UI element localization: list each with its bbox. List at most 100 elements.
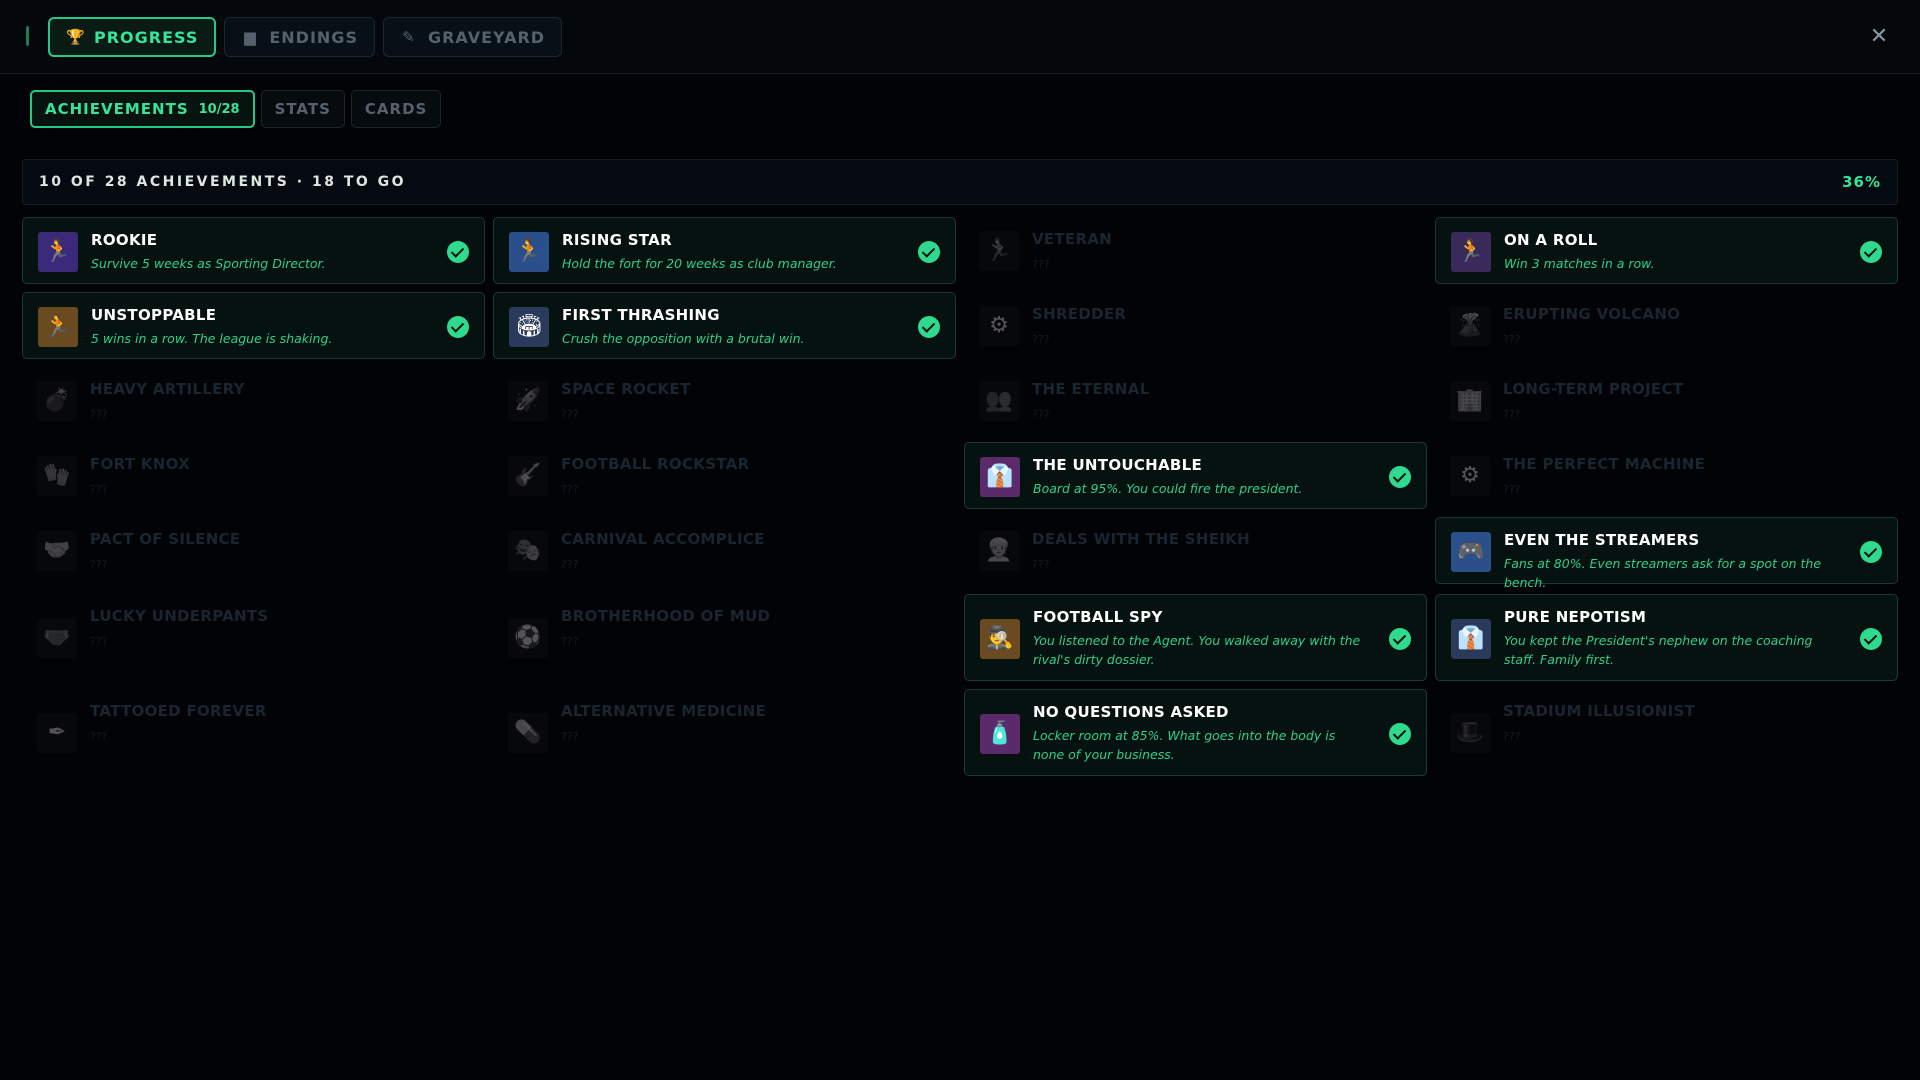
achievement-description: Survive 5 weeks as Sporting Director. xyxy=(91,256,326,271)
achievement-title: VETERAN xyxy=(1032,230,1113,248)
subtab-cards[interactable]: CARDS xyxy=(350,90,442,128)
close-button[interactable]: ✕ xyxy=(1864,22,1894,52)
cannon-portrait-icon: 💣 xyxy=(37,380,77,421)
tab-endings-label: ENDINGS xyxy=(269,27,358,47)
mud-portrait-icon: ⚽ xyxy=(508,617,548,658)
achievement-card[interactable]: 💣 HEAVY ARTILLERY??? xyxy=(22,367,485,434)
achievement-card[interactable]: ⚙ SHREDDER??? xyxy=(964,292,1427,359)
achievement-title: RISING STAR xyxy=(562,231,672,249)
player-portrait-icon: 🏃 xyxy=(979,230,1019,271)
achievement-card[interactable]: 🏃 RISING STAR Hold the fort for 20 weeks a… xyxy=(493,217,956,284)
achievement-card[interactable]: 🏃 ROOKIE Survive 5 weeks as Sporting Direc… xyxy=(22,217,485,284)
achievement-description: ??? xyxy=(561,483,579,496)
achievement-description: You listened to the Agent. You walked aw… xyxy=(1033,633,1361,667)
achievement-title: THE ETERNAL xyxy=(1032,380,1150,398)
tab-graveyard-label: GRAVEYARD xyxy=(427,27,546,47)
achievement-card[interactable]: 🧴 NO QUESTIONS ASKED Locker room at 85%. W… xyxy=(964,689,1427,776)
achievement-description: ??? xyxy=(1503,333,1521,346)
achievement-title: ON A ROLL xyxy=(1504,231,1598,249)
achievement-description: Fans at 80%. Even streamers ask for a sp… xyxy=(1504,556,1822,590)
top-tabs: 🏆 PROGRESS ▆ ENDINGS ✎ GRAVEYARD xyxy=(48,17,563,57)
achievement-description: ??? xyxy=(1032,558,1050,571)
checkmark-icon xyxy=(1860,627,1882,650)
panel-handle[interactable] xyxy=(26,26,29,46)
tab-graveyard[interactable]: ✎ GRAVEYARD xyxy=(382,17,563,57)
subtab-achievements-label: ACHIEVEMENTS xyxy=(45,100,189,118)
achievement-title: TATTOOED FOREVER xyxy=(90,702,267,720)
achievement-card[interactable]: 👔 THE UNTOUCHABLE Board at 95%. You could … xyxy=(964,442,1427,509)
player-portrait-icon: 🏃 xyxy=(1451,231,1491,272)
achievement-description: ??? xyxy=(1032,258,1050,271)
achievement-card[interactable]: 🏢 LONG-TERM PROJECT??? xyxy=(1435,367,1898,434)
achievement-card[interactable]: 🎩 STADIUM ILLUSIONIST??? xyxy=(1435,689,1898,776)
tab-progress[interactable]: 🏆 PROGRESS xyxy=(48,17,217,57)
top-bar: 🏆 PROGRESS ▆ ENDINGS ✎ GRAVEYARD ✕ xyxy=(0,0,1920,74)
achievement-card[interactable]: 🕵 FOOTBALL SPY You listened to the Agent. … xyxy=(964,594,1427,681)
achievement-card[interactable]: 🚀 SPACE ROCKET??? xyxy=(493,367,956,434)
achievement-description: ??? xyxy=(90,730,108,743)
subtab-achievements[interactable]: ACHIEVEMENTS 10/28 xyxy=(30,90,255,128)
summary-percent: 36% xyxy=(1842,173,1881,191)
stadium-portrait-icon: 🏟 xyxy=(509,306,549,347)
achievement-card[interactable]: 🏃 UNSTOPPABLE 5 wins in a row. The league … xyxy=(22,292,485,359)
achievement-description: ??? xyxy=(561,730,579,743)
checkmark-icon xyxy=(1389,627,1411,650)
achievement-title: SHREDDER xyxy=(1032,305,1127,323)
checkmark-icon xyxy=(447,315,469,338)
president-portrait-icon: 👔 xyxy=(980,456,1020,497)
sheikh-portrait-icon: 👳 xyxy=(979,530,1019,571)
subtab-stats[interactable]: STATS xyxy=(260,90,345,128)
achievement-card[interactable]: 🎸 FOOTBALL ROCKSTAR??? xyxy=(493,442,956,509)
checkmark-icon xyxy=(1389,465,1411,488)
keeper-portrait-icon: 🧤 xyxy=(37,455,77,496)
achievement-description: ??? xyxy=(90,635,108,648)
player-portrait-icon: 🏃 xyxy=(38,306,78,347)
achievement-card[interactable]: 👳 DEALS WITH THE SHEIKH??? xyxy=(964,517,1427,584)
subtab-stats-label: STATS xyxy=(274,100,331,118)
player-portrait-icon: 🏃 xyxy=(509,231,549,272)
sub-tabs: ACHIEVEMENTS 10/28 STATS CARDS xyxy=(30,90,442,128)
achievement-count: 10/28 xyxy=(198,101,240,117)
achievement-card[interactable]: 🎮 EVEN THE STREAMERS Fans at 80%. Even str… xyxy=(1435,517,1898,590)
achievement-title: EVEN THE STREAMERS xyxy=(1504,531,1700,549)
machine-portrait-icon: ⚙ xyxy=(1450,455,1490,496)
achievement-card[interactable]: ✒ TATTOOED FOREVER??? xyxy=(22,689,485,776)
medicine-portrait-icon: 💊 xyxy=(508,712,548,753)
achievement-title: HEAVY ARTILLERY xyxy=(90,380,245,398)
achievement-card[interactable]: 💊 ALTERNATIVE MEDICINE??? xyxy=(493,689,956,776)
machine-portrait-icon: ⚙ xyxy=(979,305,1019,346)
achievement-title: THE PERFECT MACHINE xyxy=(1503,455,1706,473)
spy-portrait-icon: 🕵 xyxy=(980,618,1020,659)
achievement-card[interactable]: 👥 THE ETERNAL??? xyxy=(964,367,1427,434)
achievement-card[interactable]: ⚙ THE PERFECT MACHINE??? xyxy=(1435,442,1898,509)
handshake-portrait-icon: 🤝 xyxy=(37,530,77,571)
checkmark-icon xyxy=(1389,722,1411,745)
achievement-description: Board at 95%. You could fire the preside… xyxy=(1033,481,1303,496)
checkmark-icon xyxy=(447,240,469,263)
magician-portrait-icon: 🎩 xyxy=(1450,712,1490,753)
achievement-card[interactable]: 👔 PURE NEPOTISM You kept the President's n… xyxy=(1435,594,1898,681)
achievement-description: ??? xyxy=(90,408,108,421)
achievement-description: ??? xyxy=(1032,333,1050,346)
achievement-card[interactable]: 🏃 ON A ROLL Win 3 matches in a row. xyxy=(1435,217,1898,284)
building-portrait-icon: 🏢 xyxy=(1450,380,1490,421)
achievement-card[interactable]: 🌋 ERUPTING VOLCANO??? xyxy=(1435,292,1898,359)
underpants-portrait-icon: 🩲 xyxy=(37,617,77,658)
achievement-card[interactable]: 🏃 VETERAN??? xyxy=(964,217,1427,284)
achievement-title: STADIUM ILLUSIONIST xyxy=(1503,702,1696,720)
achievement-title: FOOTBALL SPY xyxy=(1033,608,1163,626)
achievement-title: FOOTBALL ROCKSTAR xyxy=(561,455,750,473)
rocket-portrait-icon: 🚀 xyxy=(508,380,548,421)
tab-endings[interactable]: ▆ ENDINGS xyxy=(224,17,375,57)
achievement-description: ??? xyxy=(1503,408,1521,421)
achievement-card[interactable]: 🤝 PACT OF SILENCE??? xyxy=(22,517,485,584)
achievement-title: LUCKY UNDERPANTS xyxy=(90,607,269,625)
achievement-card[interactable]: 🩲 LUCKY UNDERPANTS??? xyxy=(22,594,485,681)
achievement-card[interactable]: 🏟 FIRST THRASHING Crush the opposition wit… xyxy=(493,292,956,359)
achievement-card[interactable]: 🎭 CARNIVAL ACCOMPLICE??? xyxy=(493,517,956,584)
achievement-card[interactable]: 🧤 FORT KNOX??? xyxy=(22,442,485,509)
tab-progress-label: PROGRESS xyxy=(94,27,199,47)
achievement-title: FORT KNOX xyxy=(90,455,190,473)
achievement-card[interactable]: ⚽ BROTHERHOOD OF MUD??? xyxy=(493,594,956,681)
achievement-description: ??? xyxy=(561,408,579,421)
